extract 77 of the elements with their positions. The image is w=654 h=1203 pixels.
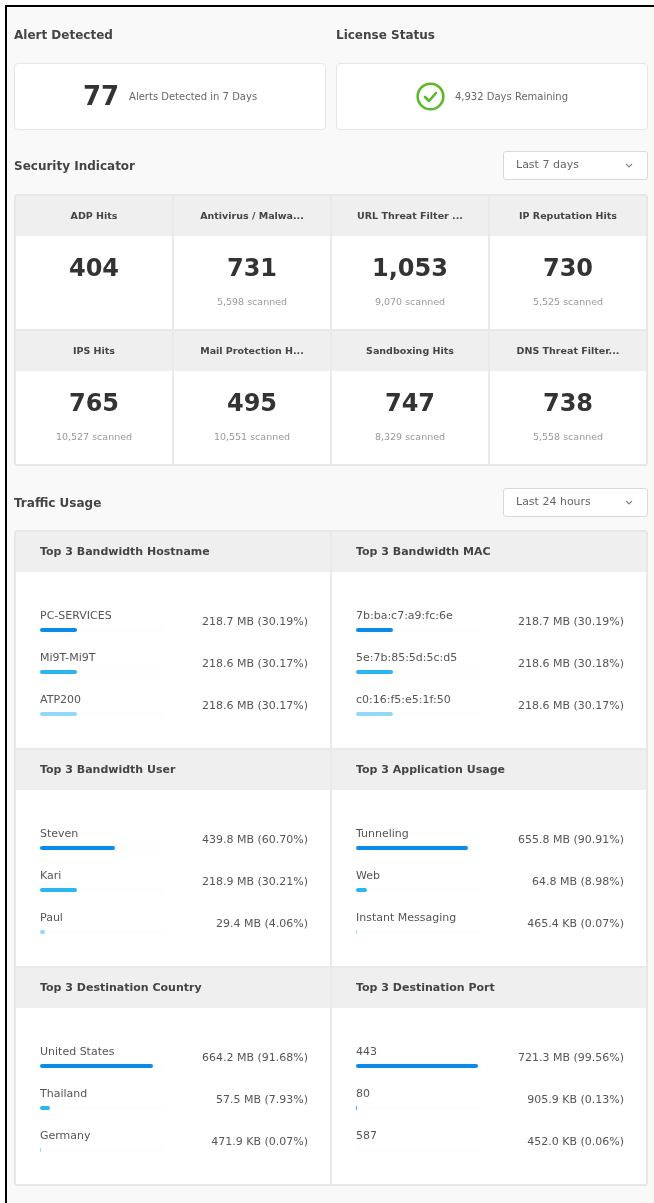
row-label: 80	[356, 1087, 371, 1101]
metric-scanned: 5,558 scanned	[531, 430, 605, 444]
panel-header: Top 3 Bandwidth MAC	[332, 532, 646, 572]
row-label: Steven	[40, 827, 80, 841]
metric-header: Sandboxing Hits	[332, 331, 488, 371]
row-value: 64.8 MB (8.98%)	[531, 874, 624, 890]
panel-header: Top 3 Bandwidth Hostname	[16, 532, 330, 572]
row-label: Mi9T-Mi9T	[40, 651, 97, 665]
metric-header: URL Threat Filter ...	[332, 196, 488, 236]
row-label: ATP200	[40, 693, 83, 707]
section-title: Alert Detected	[14, 27, 114, 43]
section-title: License Status	[336, 27, 436, 43]
row-value: 29.4 MB (4.06%)	[215, 916, 308, 932]
row-value: 655.8 MB (90.91%)	[517, 832, 624, 848]
license-caption: 4,932 Days Remaining	[454, 90, 568, 104]
metric-value: 765	[67, 388, 121, 418]
row-value: 57.5 MB (7.93%)	[215, 1092, 308, 1108]
metric-scanned: 10,527 scanned	[54, 430, 134, 444]
metric-value: 747	[383, 388, 437, 418]
panel-header: Top 3 Destination Country	[16, 968, 330, 1008]
panel-header: Top 3 Bandwidth User	[16, 750, 330, 790]
row-value: 465.4 KB (0.07%)	[527, 916, 624, 932]
metric-scanned: 10,551 scanned	[212, 430, 292, 444]
section-title: Traffic Usage	[14, 494, 102, 512]
metric-header: IPS Hits	[16, 331, 172, 371]
row-value: 905.9 KB (0.13%)	[527, 1092, 624, 1108]
metric-header: ADP Hits	[16, 196, 172, 236]
row-label: Instant Messaging	[356, 911, 458, 925]
metric-scanned: 8,329 scanned	[373, 430, 447, 444]
row-value: 218.6 MB (30.18%)	[517, 656, 624, 672]
alert-count: 77	[82, 80, 120, 113]
row-label: 443	[356, 1045, 378, 1059]
range-dropdown[interactable]: Last 24 hours	[503, 488, 648, 517]
row-value: 218.7 MB (30.19%)	[517, 614, 624, 630]
chevron-down-icon	[625, 163, 633, 168]
row-value: 218.6 MB (30.17%)	[517, 698, 624, 714]
metric-header: Antivirus / Malwa...	[174, 196, 330, 236]
metric-value: 404	[67, 253, 121, 283]
metric-scanned: 5,525 scanned	[531, 295, 605, 309]
metric-value: 738	[541, 388, 595, 418]
metric-scanned: 9,070 scanned	[373, 295, 447, 309]
metric-value: 731	[225, 253, 279, 283]
row-label: Tunneling	[356, 827, 410, 841]
row-value: 218.6 MB (30.17%)	[201, 656, 308, 672]
row-value: 218.6 MB (30.17%)	[201, 698, 308, 714]
row-label: Kari	[40, 869, 63, 883]
row-value: 218.7 MB (30.19%)	[201, 614, 308, 630]
row-value: 721.3 MB (99.56%)	[517, 1050, 624, 1066]
range-dropdown[interactable]: Last 7 days	[503, 151, 648, 180]
row-label: Thailand	[40, 1087, 89, 1101]
row-value: 439.8 MB (60.70%)	[201, 832, 308, 848]
row-value: 452.0 KB (0.06%)	[527, 1134, 624, 1150]
row-value: 471.9 KB (0.07%)	[211, 1134, 308, 1150]
chevron-down-icon	[625, 500, 633, 505]
metric-header: IP Reputation Hits	[490, 196, 646, 236]
row-label: 587	[356, 1129, 378, 1143]
row-label: PC-SERVICES	[40, 609, 113, 623]
metric-value: 1,053	[371, 253, 449, 283]
metric-header: Mail Protection H...	[174, 331, 330, 371]
section-title: Security Indicator	[14, 157, 136, 175]
row-label: Paul	[40, 911, 64, 925]
panel-header: Top 3 Application Usage	[332, 750, 646, 790]
row-value: 664.2 MB (91.68%)	[201, 1050, 308, 1066]
metric-value: 495	[225, 388, 279, 418]
metric-value: 730	[541, 253, 595, 283]
metric-scanned: 5,598 scanned	[215, 295, 289, 309]
row-label: Germany	[40, 1129, 92, 1143]
metric-header: DNS Threat Filter...	[490, 331, 646, 371]
row-label: 5e:7b:85:5d:5c:d5	[356, 651, 459, 665]
row-label: 7b:ba:c7:a9:fc:6e	[356, 609, 454, 623]
alert-caption: Alerts Detected in 7 Days	[129, 90, 258, 104]
row-label: c0:16:f5:e5:1f:50	[356, 693, 452, 707]
panel-header: Top 3 Destination Port	[332, 968, 646, 1008]
row-value: 218.9 MB (30.21%)	[201, 874, 308, 890]
row-label: Web	[356, 869, 381, 883]
check-circle-icon	[415, 82, 445, 111]
row-label: United States	[40, 1045, 116, 1059]
